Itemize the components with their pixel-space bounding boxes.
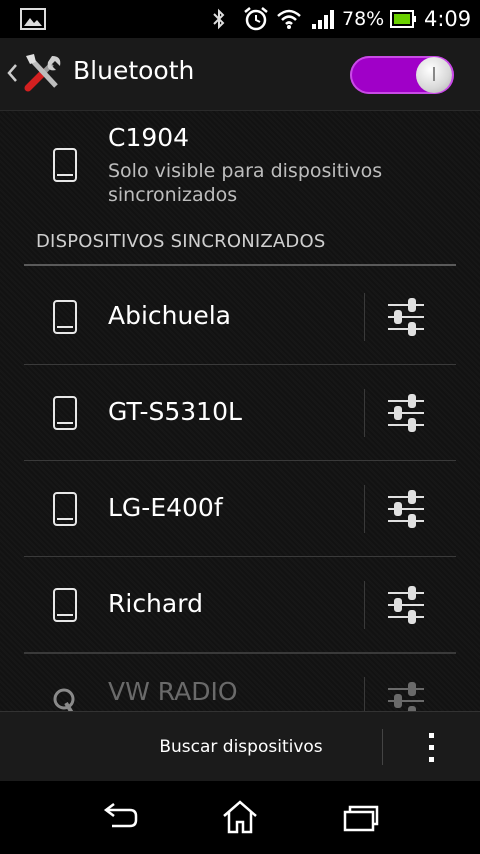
paired-devices-header: DISPOSITIVOS SINCRONIZADOS — [36, 231, 326, 252]
section-divider — [24, 264, 456, 266]
phone-icon — [52, 299, 78, 339]
sliders-icon — [388, 298, 424, 336]
row-divider — [364, 485, 365, 533]
bottom-bar-divider — [382, 729, 383, 765]
sliders-icon — [388, 682, 424, 711]
wifi-icon — [276, 0, 302, 38]
home-icon[interactable] — [210, 795, 270, 839]
overflow-menu-button[interactable] — [410, 728, 454, 768]
device-settings-button[interactable] — [384, 583, 428, 627]
device-name: GT-S5310L — [108, 397, 242, 426]
phone-icon — [52, 491, 78, 531]
paired-device-row[interactable]: GT-S5310L — [0, 365, 480, 461]
device-list-content: C1904 Solo visible para dispositivos sin… — [0, 111, 480, 711]
up-navigation-chevron-icon[interactable] — [6, 62, 18, 88]
alarm-icon — [242, 0, 270, 38]
device-name: VW RADIO — [108, 677, 238, 706]
bluetooth-toggle[interactable] — [350, 56, 454, 94]
row-separator — [24, 653, 456, 654]
clock: 4:09 — [424, 7, 472, 31]
status-bar: 78% 4:09 — [0, 0, 480, 38]
scan-devices-button[interactable]: Buscar dispositivos — [0, 712, 382, 782]
own-device-visibility: Solo visible para dispositivos sincroniz… — [108, 160, 383, 206]
own-device-name: C1904 — [108, 123, 190, 152]
paired-device-row[interactable]: Richard — [0, 557, 480, 653]
paired-device-row[interactable]: VW RADIO — [0, 653, 480, 711]
toggle-knob[interactable] — [416, 57, 452, 93]
device-settings-button[interactable] — [384, 679, 428, 711]
row-divider — [364, 581, 365, 629]
system-nav-bar — [0, 781, 480, 854]
page-title: Bluetooth — [73, 56, 195, 85]
device-name: Richard — [108, 589, 203, 618]
headset-icon — [50, 683, 80, 711]
own-device-row[interactable]: C1904 Solo visible para dispositivos sin… — [0, 111, 480, 221]
bottom-action-bar: Buscar dispositivos — [0, 711, 480, 782]
overflow-menu-icon — [429, 733, 434, 762]
scan-devices-label: Buscar dispositivos — [159, 737, 323, 757]
row-divider — [364, 677, 365, 711]
device-settings-button[interactable] — [384, 391, 428, 435]
device-settings-button[interactable] — [384, 487, 428, 531]
battery-icon — [390, 0, 416, 38]
device-name: LG-E400f — [108, 493, 223, 522]
gallery-notification-icon — [20, 0, 46, 38]
row-divider — [364, 293, 365, 341]
device-name: Abichuela — [108, 301, 231, 330]
device-settings-button[interactable] — [384, 295, 428, 339]
paired-device-row[interactable]: LG-E400f — [0, 461, 480, 557]
sliders-icon — [388, 586, 424, 624]
back-icon[interactable] — [90, 795, 150, 839]
phone-icon — [52, 147, 78, 187]
row-divider — [364, 389, 365, 437]
settings-tools-icon[interactable] — [22, 52, 64, 98]
paired-device-row[interactable]: Abichuela — [0, 269, 480, 365]
signal-icon — [311, 0, 335, 38]
phone-icon — [52, 587, 78, 627]
action-bar: Bluetooth — [0, 38, 480, 111]
battery-percent: 78% — [342, 8, 385, 30]
recents-icon[interactable] — [330, 795, 390, 839]
phone-icon — [52, 395, 78, 435]
sliders-icon — [388, 394, 424, 432]
sliders-icon — [388, 490, 424, 528]
bluetooth-icon — [210, 0, 228, 38]
